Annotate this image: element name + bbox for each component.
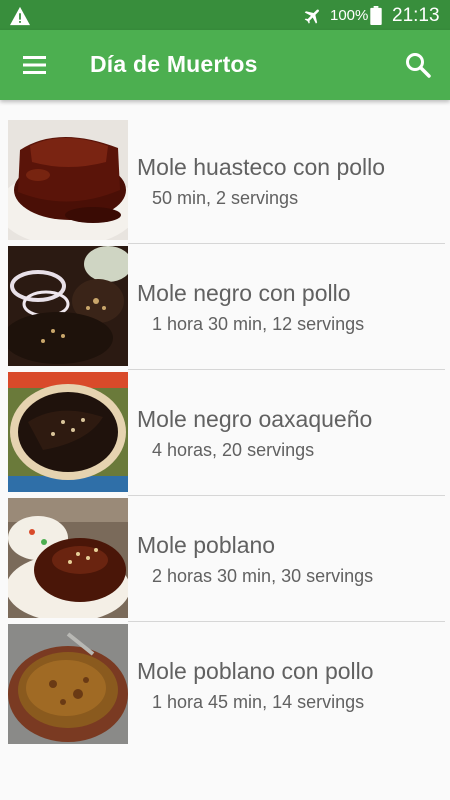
battery-icon: [370, 6, 382, 25]
recipe-item[interactable]: Mole poblano 2 horas 30 min, 30 servings: [0, 496, 450, 622]
recipe-item[interactable]: Mole negro con pollo 1 hora 30 min, 12 s…: [0, 244, 450, 370]
recipe-item[interactable]: Mole negro oaxaqueño 4 horas, 20 serving…: [0, 370, 450, 496]
warning-icon: [10, 6, 30, 26]
app-title: Día de Muertos: [90, 51, 258, 77]
recipe-item[interactable]: Mole huasteco con pollo 50 min, 2 servin…: [0, 118, 450, 244]
recipe-image-mole-huasteco: [8, 120, 128, 240]
recipe-title: Mole poblano: [137, 532, 276, 558]
recipe-details: 4 horas, 20 servings: [152, 440, 315, 460]
recipe-image-mole-negro-oaxaqueno: [8, 372, 128, 492]
menu-icon[interactable]: [14, 47, 54, 83]
recipe-details: 2 horas 30 min, 30 servings: [152, 566, 374, 586]
recipe-list: Mole huasteco con pollo 50 min, 2 servin…: [0, 118, 450, 748]
recipe-details: 1 hora 30 min, 12 servings: [152, 314, 365, 334]
clock: 21:13: [392, 5, 440, 26]
status-bar: 100% 21:13: [0, 0, 450, 30]
recipe-details: 50 min, 2 servings: [152, 188, 299, 208]
recipe-image-mole-negro-pollo: [8, 246, 128, 366]
recipe-title: Mole negro con pollo: [137, 280, 351, 306]
recipe-title: Mole negro oaxaqueño: [137, 406, 373, 432]
recipe-title: Mole huasteco con pollo: [137, 154, 386, 180]
battery-percentage: 100%: [330, 7, 369, 24]
airplane-mode-icon: [304, 9, 319, 24]
recipe-details: 1 hora 45 min, 14 servings: [152, 692, 365, 712]
recipe-image-mole-poblano-pollo: [8, 624, 128, 744]
search-icon[interactable]: [398, 46, 438, 84]
recipe-title: Mole poblano con pollo: [137, 658, 374, 684]
recipe-image-mole-poblano: [8, 498, 128, 618]
app-bar: Día de Muertos: [0, 30, 450, 100]
recipe-item[interactable]: Mole poblano con pollo 1 hora 45 min, 14…: [0, 622, 450, 748]
